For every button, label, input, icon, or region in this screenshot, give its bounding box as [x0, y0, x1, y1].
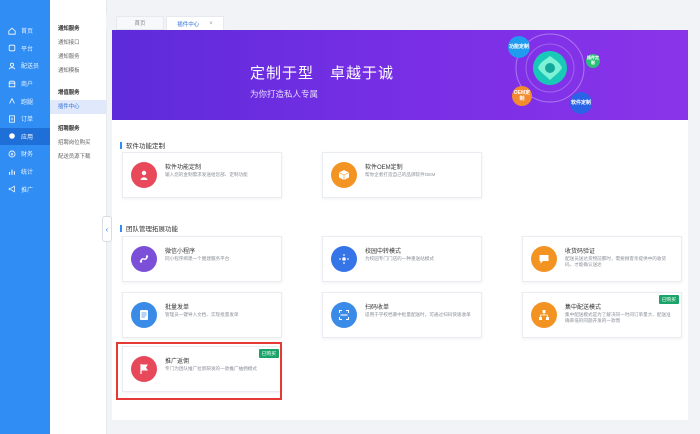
submenu-item[interactable]: 通知接口 — [50, 36, 106, 50]
plugin-card-desc: 适用于学校档暴中批量配送时，可通过扫码快速收单 — [365, 312, 471, 317]
submenu-item[interactable]: 通知服务 — [50, 50, 106, 64]
sidebar-item-label: 财务 — [21, 152, 34, 159]
scan-icon — [331, 302, 357, 328]
plugin-card-desc: 帮你企者打造自己的品牌软件OEM — [365, 172, 436, 177]
plugin-card-title: 软件功能定制 — [165, 165, 202, 171]
sidebar-item-label: 跑腿 — [21, 99, 34, 106]
plugin-card-title: 微信小程序 — [165, 249, 196, 255]
sidebar-item-errand[interactable]: 跑腿 — [0, 92, 50, 110]
sidebar-item-label: 推广 — [21, 187, 34, 194]
sidebar-item-app[interactable]: 应用 — [0, 127, 50, 146]
plugin-card[interactable]: 集中配送模式 集中配送模式是为了解决同一时间订单量大、配送准确率低的同题开发的一款… — [522, 292, 682, 338]
plugin-card-desc: 配送员送达货物前都时，需要顾客亲提供中的收货码，才能确认送达 — [565, 256, 667, 268]
plugin-card-desc: 管理员一键导入文档、实现批量发单 — [165, 312, 239, 317]
sidebar-item-courier[interactable]: 配送员 — [0, 57, 50, 75]
section-title-software: 软件功能定制 — [120, 140, 165, 150]
sidebar-item-label: 首页 — [21, 29, 34, 36]
sidebar-item-order[interactable]: 订单 — [0, 110, 50, 128]
tab-plugin-center[interactable]: 插件中心 × — [166, 16, 224, 30]
bubble-oem-custom: OEM定制 — [512, 86, 532, 106]
sidebar-item-platform[interactable]: 平台 — [0, 40, 50, 58]
submenu-item[interactable]: 招聘岗位购买 — [50, 136, 106, 150]
close-icon[interactable]: × — [209, 21, 213, 27]
plugin-card-title: 软件OEM定制 — [365, 165, 403, 171]
collapse-toggle-button[interactable]: ‹ — [102, 216, 112, 242]
highlight-frame — [116, 342, 282, 400]
sidebar-item-stats[interactable]: 统计 — [0, 163, 50, 181]
sidebar-item-label: 统计 — [21, 170, 34, 177]
promo-banner: 定制于型 卓越于诚 为你打造私人专属 功能定制 插件定制 OEM定制 软件定制 — [112, 30, 688, 120]
plugin-card[interactable]: 扫码收单 适用于学校档暴中批量配送时，可通过扫码快速收单 — [322, 292, 482, 338]
submenu-item[interactable]: 插件中心 — [50, 100, 106, 114]
plugin-card-title: 批量发单 — [165, 305, 190, 311]
plugin-card-title: 扫码收单 — [365, 305, 390, 311]
sidebar-item-label: 商户 — [21, 82, 34, 89]
bubble-plugin-custom: 插件定制 — [586, 54, 600, 68]
plugin-card-desc: 同小程序绑建一个圈建服务平台 — [165, 256, 230, 261]
app-icon — [8, 132, 16, 140]
tab-home-label: 首页 — [134, 21, 146, 27]
sidebar-logo — [0, 0, 50, 22]
plugin-card[interactable]: 收货码验证 配送员送达货物前都时，需要顾客亲提供中的收货码，才能确认送达 — [522, 236, 682, 282]
tab-home[interactable]: 首页 — [116, 16, 164, 30]
sidebar-item-label: 配送员 — [21, 64, 40, 71]
plugin-card-desc: 输入您的金制需求发送给您部、定制功能 — [165, 172, 248, 177]
purchased-badge: 已购买 — [658, 295, 679, 304]
plugin-card-desc: 为校园专门门店的一种重送站模式 — [365, 256, 434, 261]
plugin-card-title: 收货码验证 — [565, 249, 596, 255]
plugin-card[interactable]: 批量发单 管理员一键导入文档、实现批量发单 — [122, 292, 282, 338]
list-icon — [131, 302, 157, 328]
banner-subtitle: 为你打造私人专属 — [250, 89, 319, 99]
merchant-icon — [8, 80, 16, 88]
errand-icon — [8, 97, 16, 105]
plugin-card[interactable]: 校园中转模式 为校园专门门店的一种重送站模式 — [322, 236, 482, 282]
bubble-function-custom: 功能定制 — [508, 36, 530, 58]
main-sidebar: 首页平台配送员商户跑腿订单应用财务统计推广 — [0, 0, 50, 434]
submenu-group-title: 招聘服务 — [58, 126, 80, 132]
sidebar-item-label: 应用 — [21, 134, 34, 141]
platform-icon — [8, 44, 16, 52]
plugin-card-title: 校园中转模式 — [365, 249, 402, 255]
sidebar-item-merchant[interactable]: 商户 — [0, 75, 50, 93]
plugin-card-title: 集中配送模式 — [565, 305, 602, 311]
submenu-group-title: 增值服务 — [58, 90, 80, 96]
plugin-card[interactable]: 微信小程序 同小程序绑建一个圈建服务平台 — [122, 236, 282, 282]
courier-icon — [8, 62, 16, 70]
submenu-item[interactable]: 通知模板 — [50, 64, 106, 78]
promote-icon — [8, 185, 16, 193]
sidebar-item-label: 平台 — [21, 46, 34, 53]
miniprogram-icon — [131, 246, 157, 272]
message-icon — [531, 246, 557, 272]
sidebar-item-promote[interactable]: 推广 — [0, 180, 50, 198]
plugin-card[interactable]: 软件OEM定制 帮你企者打造自己的品牌软件OEM — [322, 152, 482, 198]
submenu-panel: 通知服务 通知接口 通知服务 通知模板 增值服务 插件中心 招聘服务 招聘岗位购买 配送员源下载 — [50, 0, 107, 434]
section-title-team: 团队管理拓展功能 — [120, 223, 178, 233]
wrench-icon — [131, 162, 157, 188]
transfer-icon — [331, 246, 357, 272]
sidebar-item-finance[interactable]: 财务 — [0, 145, 50, 163]
bubble-software-custom: 软件定制 — [570, 92, 592, 114]
order-icon — [8, 115, 16, 123]
chevron-left-icon: ‹ — [105, 224, 109, 234]
sidebar-item-label: 订单 — [21, 117, 34, 124]
home-icon — [8, 27, 16, 35]
network-icon — [531, 302, 557, 328]
plugin-card-desc: 集中配送模式是为了解决同一时间订单量大、配送准确率低的同题开发的一款而 — [565, 312, 671, 324]
submenu-item[interactable]: 配送员源下载 — [50, 150, 106, 164]
finance-icon — [8, 150, 16, 158]
tab-bar: 首页 插件中心 × — [106, 14, 700, 30]
sidebar-item-home[interactable]: 首页 — [0, 22, 50, 40]
banner-title: 定制于型 卓越于诚 — [250, 65, 395, 82]
stats-icon — [8, 168, 16, 176]
submenu-group-title: 通知服务 — [58, 26, 80, 32]
tab-plugin-center-label: 插件中心 — [177, 21, 200, 28]
plugin-card[interactable]: 软件功能定制 输入您的金制需求发送给您部、定制功能 — [122, 152, 282, 198]
box-icon — [331, 162, 357, 188]
